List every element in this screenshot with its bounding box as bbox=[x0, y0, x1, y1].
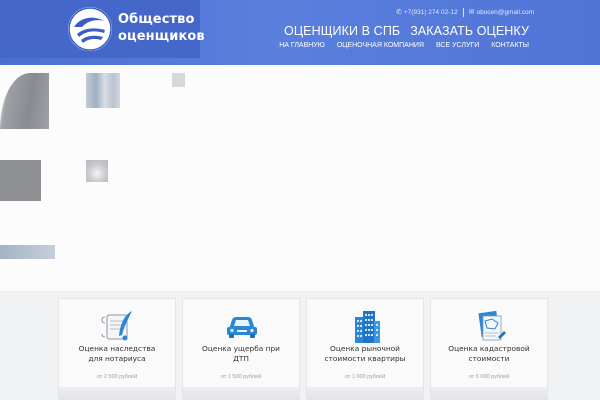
service-price: от 1 000 рублей bbox=[344, 374, 386, 380]
cadastral-docs-icon bbox=[431, 309, 549, 343]
document-quill-icon bbox=[59, 309, 177, 343]
card-footer-bar bbox=[183, 387, 299, 399]
sub-nav: НА ГЛАВНУЮ ОЦЕНОЧНАЯ КОМПАНИЯ ВСЕ УСЛУГИ… bbox=[279, 42, 529, 49]
service-card-inheritance[interactable]: Оценка наследства для нотариуса от 2 500… bbox=[58, 298, 176, 400]
service-price: от 2 500 рублей bbox=[96, 374, 138, 380]
site-header: Общество оценщиков ✆ +7(931) 274 02-12 ✉… bbox=[0, 0, 600, 65]
hero-image-tile bbox=[172, 73, 185, 87]
hero-image-tile bbox=[0, 245, 55, 259]
logo-emblem-icon bbox=[68, 7, 112, 51]
service-card-apartment-value[interactable]: Оценка рыночной стоимости квартиры от 1 … bbox=[306, 298, 424, 400]
hero-image-tile bbox=[0, 73, 49, 129]
card-footer-bar bbox=[307, 387, 423, 399]
logo-block[interactable]: Общество оценщиков bbox=[0, 0, 205, 58]
hero-image-tile bbox=[86, 160, 108, 182]
service-title-line2: стоимости квартиры bbox=[324, 354, 406, 363]
service-title-line2: стоимости bbox=[468, 354, 510, 363]
topbar-divider bbox=[462, 7, 464, 17]
service-price: от 1 500 рублей bbox=[220, 374, 262, 380]
service-title-line1: Оценка рыночной bbox=[330, 344, 400, 353]
nav-appraisers-spb[interactable]: ОЦЕНЩИКИ В СПБ bbox=[284, 24, 400, 38]
nav-order-appraisal[interactable]: ЗАКАЗАТЬ ОЦЕНКУ bbox=[410, 24, 529, 38]
service-title-line2: для нотариуса bbox=[88, 354, 146, 363]
card-footer-bar bbox=[59, 387, 175, 399]
service-price: от 5 000 рублей bbox=[468, 374, 510, 380]
service-title-line2: ДТП bbox=[233, 354, 249, 363]
service-title-line1: Оценка наследства bbox=[78, 344, 156, 353]
hero-slider[interactable] bbox=[0, 65, 600, 291]
phone-icon: ✆ bbox=[396, 9, 402, 16]
brand-name-line1: Общество bbox=[118, 12, 195, 27]
service-title: Оценка ущерба при ДТП bbox=[187, 344, 295, 364]
email-link[interactable]: obocen@gmail.com bbox=[476, 9, 534, 16]
service-title-line1: Оценка ущерба при bbox=[202, 344, 280, 353]
topbar-contacts: ✆ +7(931) 274 02-12 ✉ obocen@gmail.com bbox=[396, 7, 534, 17]
car-icon bbox=[183, 309, 301, 343]
brand-name-line2: оценщиков bbox=[118, 29, 205, 44]
building-icon bbox=[307, 309, 425, 343]
hero-image-tile bbox=[0, 160, 41, 201]
hero-image-tile bbox=[86, 73, 120, 108]
service-title: Оценка кадастровой стоимости bbox=[435, 344, 543, 364]
subnav-contacts[interactable]: КОНТАКТЫ bbox=[491, 42, 529, 49]
subnav-all-services[interactable]: ВСЕ УСЛУГИ bbox=[436, 42, 479, 49]
main-nav: ОЦЕНЩИКИ В СПБ ЗАКАЗАТЬ ОЦЕНКУ bbox=[284, 24, 529, 38]
logo-text: Общество оценщиков bbox=[118, 11, 205, 45]
phone-link[interactable]: +7(931) 274 02-12 bbox=[404, 9, 458, 16]
subnav-home[interactable]: НА ГЛАВНУЮ bbox=[279, 42, 325, 49]
envelope-icon: ✉ bbox=[468, 9, 475, 16]
service-title: Оценка наследства для нотариуса bbox=[63, 344, 171, 364]
card-footer-bar bbox=[431, 387, 547, 399]
service-cards: Оценка наследства для нотариуса от 2 500… bbox=[58, 298, 554, 400]
service-card-cadastral-value[interactable]: Оценка кадастровой стоимости от 5 000 ру… bbox=[430, 298, 548, 400]
service-card-accident-damage[interactable]: Оценка ущерба при ДТП от 1 500 рублей bbox=[182, 298, 300, 400]
service-title-line1: Оценка кадастровой bbox=[448, 344, 530, 353]
service-title: Оценка рыночной стоимости квартиры bbox=[311, 344, 419, 364]
subnav-company[interactable]: ОЦЕНОЧНАЯ КОМПАНИЯ bbox=[337, 42, 424, 49]
